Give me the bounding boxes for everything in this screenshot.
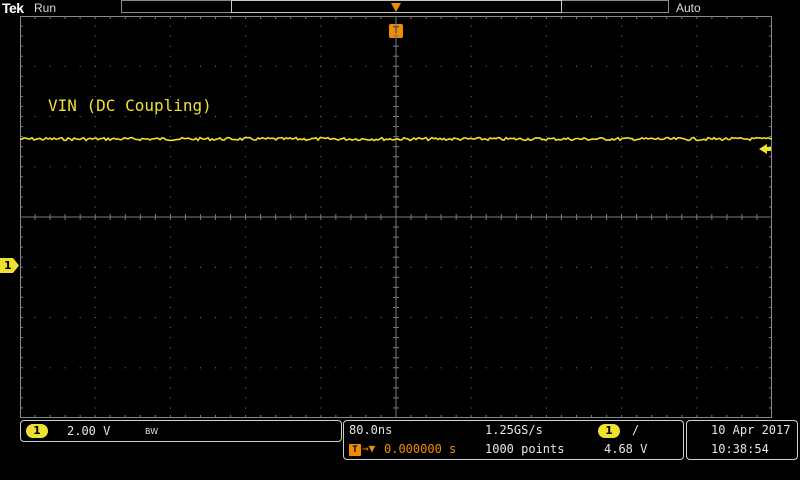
trigger-level: 4.68 V — [604, 442, 648, 456]
channel1-readout[interactable]: 1 2.00 V BW — [20, 420, 342, 442]
datetime-readout[interactable]: 10 Apr 2017 10:38:54 — [686, 420, 798, 460]
ch1-ground-marker[interactable]: 1 — [0, 258, 20, 273]
ch1-ground-marker-label: 1 — [4, 259, 12, 272]
horizontal-scale: 80.0ns — [349, 423, 393, 437]
brand-logo: Tek — [2, 0, 24, 16]
trigger-icon: T — [349, 444, 361, 456]
time: 10:38:54 — [711, 442, 769, 456]
sample-rate: 1.25GS/s — [485, 423, 543, 437]
graticule — [20, 16, 772, 418]
trigger-delay: 0.000000 s — [384, 442, 457, 456]
waveform-label: VIN (DC Coupling) — [48, 96, 212, 115]
trigger-source-badge: 1 — [598, 424, 620, 438]
ch1-scale: 2.00 V — [67, 424, 111, 438]
grid-center-axes — [20, 16, 772, 418]
date: 10 Apr 2017 — [711, 423, 791, 437]
acquisition-state[interactable]: Run — [34, 1, 56, 15]
graticule-grid — [20, 16, 772, 418]
trigger-level-arrow-icon — [759, 144, 771, 154]
trigger-position-arrow-icon — [391, 3, 401, 12]
timebase-readout[interactable]: 80.0ns 1.25GS/s 1 / T →▼ 0.000000 s 1000… — [343, 420, 684, 460]
ch1-badge: 1 — [26, 424, 48, 438]
bandwidth-limit-indicator: BW — [145, 427, 159, 436]
trigger-level-marker[interactable] — [759, 142, 771, 154]
trigger-delay-arrow-icon: →▼ — [362, 442, 376, 455]
record-length: 1000 points — [485, 442, 565, 456]
trigger-slope-rising-icon: / — [632, 423, 640, 437]
trigger-mode[interactable]: Auto — [676, 1, 701, 15]
